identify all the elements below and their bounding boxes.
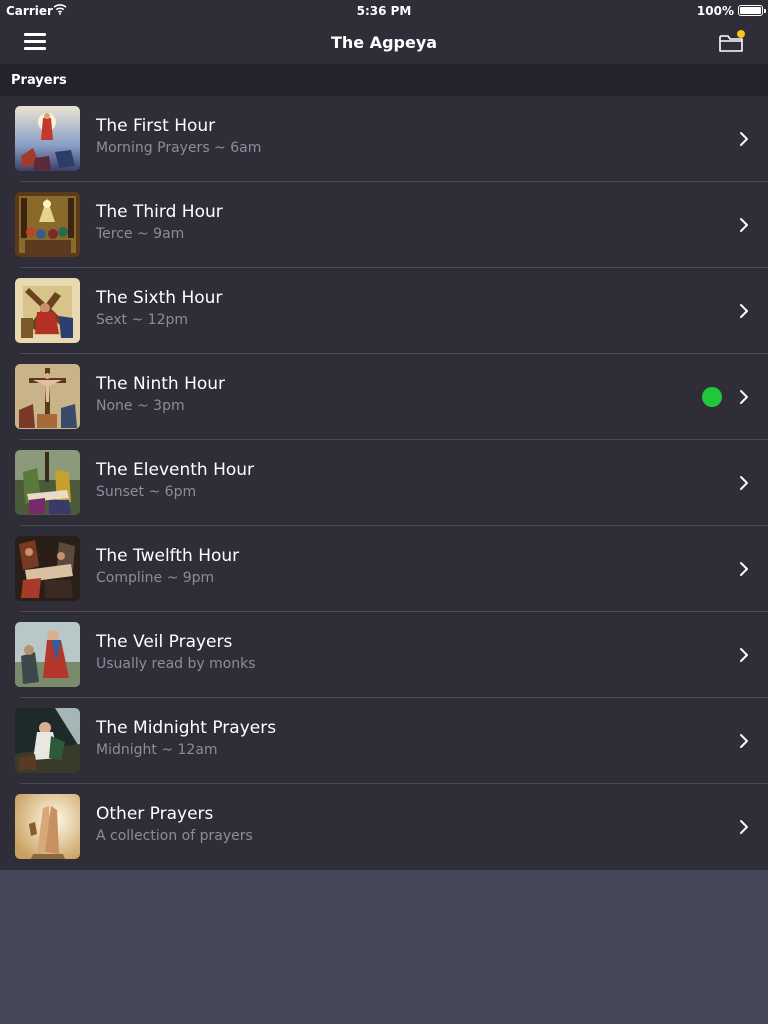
page-title: The Agpeya <box>330 33 438 52</box>
prayer-row-eleventh-hour[interactable]: The Eleventh Hour Sunset ~ 6pm <box>0 440 768 526</box>
cross-bearing-icon <box>15 278 80 343</box>
praying-hands-icon <box>15 794 80 859</box>
chevron-right-icon <box>740 562 748 576</box>
prayer-row-ninth-hour[interactable]: The Ninth Hour None ~ 3pm <box>0 354 768 440</box>
burial-icon <box>15 536 80 601</box>
prayer-title: The Twelfth Hour <box>96 546 240 566</box>
prayer-title: The Ninth Hour <box>96 374 226 394</box>
navigation-bar: The Agpeya <box>0 22 768 65</box>
battery-icon <box>738 5 766 16</box>
prayer-subtitle: Sunset ~ 6pm <box>96 484 197 500</box>
chevron-right-icon <box>740 734 748 748</box>
chevron-right-icon <box>740 390 748 404</box>
clock: 5:36 PM <box>356 4 412 18</box>
deposition-icon <box>15 450 80 515</box>
crucifixion-icon <box>15 364 80 429</box>
prayer-subtitle: A collection of prayers <box>96 828 253 844</box>
status-bar: Carrier 5:36 PM 100% <box>0 0 768 22</box>
pentecost-icon <box>15 192 80 257</box>
prayer-row-veil-prayers[interactable]: The Veil Prayers Usually read by monks <box>0 612 768 698</box>
resurrection-icon <box>15 106 80 171</box>
notification-badge <box>737 30 745 38</box>
prayer-title: The Midnight Prayers <box>96 718 277 738</box>
prayer-subtitle: Morning Prayers ~ 6am <box>96 140 262 156</box>
prayer-title: The Veil Prayers <box>96 632 233 652</box>
section-title: Prayers <box>11 73 67 88</box>
prayer-subtitle: Terce ~ 9am <box>96 226 185 242</box>
chevron-right-icon <box>740 218 748 232</box>
prayer-subtitle: Sext ~ 12pm <box>96 312 188 328</box>
prayer-subtitle: Compline ~ 9pm <box>96 570 215 586</box>
chevron-right-icon <box>740 476 748 490</box>
prayer-subtitle: Usually read by monks <box>96 656 256 672</box>
prayer-row-sixth-hour[interactable]: The Sixth Hour Sext ~ 12pm <box>0 268 768 354</box>
prayer-subtitle: Midnight ~ 12am <box>96 742 218 758</box>
prayer-row-other-prayers[interactable]: Other Prayers A collection of prayers <box>0 784 768 870</box>
folder-icon[interactable] <box>718 30 746 54</box>
monk-prayer-icon <box>15 622 80 687</box>
prayer-title: Other Prayers <box>96 804 214 824</box>
prayer-list: The First Hour Morning Prayers ~ 6am The… <box>0 96 768 870</box>
prayer-title: The Eleventh Hour <box>96 460 255 480</box>
battery-percent: 100% <box>696 4 734 18</box>
prayer-row-first-hour[interactable]: The First Hour Morning Prayers ~ 6am <box>0 96 768 182</box>
prayer-subtitle: None ~ 3pm <box>96 398 185 414</box>
prayer-row-twelfth-hour[interactable]: The Twelfth Hour Compline ~ 9pm <box>0 526 768 612</box>
prayer-title: The Sixth Hour <box>96 288 223 308</box>
prayer-row-midnight-prayers[interactable]: The Midnight Prayers Midnight ~ 12am <box>0 698 768 784</box>
chevron-right-icon <box>740 648 748 662</box>
prayer-title: The First Hour <box>96 116 216 136</box>
section-header: Prayers <box>0 65 768 96</box>
current-hour-indicator <box>702 387 722 407</box>
chevron-right-icon <box>740 304 748 318</box>
prayer-row-third-hour[interactable]: The Third Hour Terce ~ 9am <box>0 182 768 268</box>
prayer-title: The Third Hour <box>96 202 223 222</box>
chevron-right-icon <box>740 132 748 146</box>
chevron-right-icon <box>740 820 748 834</box>
gethsemane-icon <box>15 708 80 773</box>
